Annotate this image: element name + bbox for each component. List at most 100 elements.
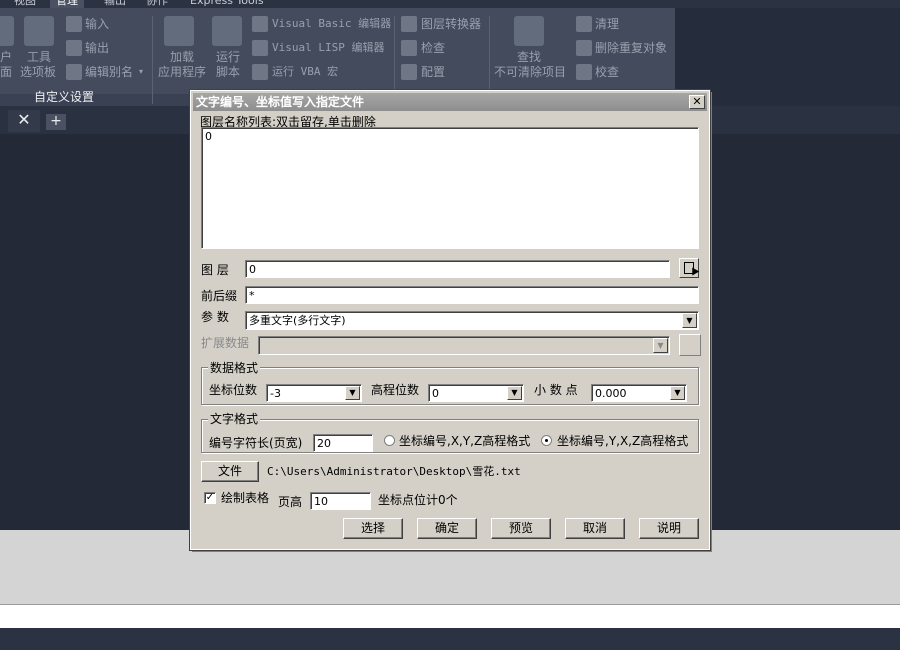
draw-table-checkbox[interactable]: ✓ [204, 492, 216, 504]
dialog-titlebar[interactable]: 文字编号、坐标值写入指定文件 ✕ [193, 93, 707, 111]
edit-alias-icon [66, 64, 82, 80]
load-application-icon[interactable] [164, 16, 194, 46]
export-button[interactable]: 输出 [85, 41, 109, 55]
file-button[interactable]: 文件 [201, 461, 259, 482]
coord-digits-label: 坐标位数 [209, 383, 258, 397]
page-height-input[interactable]: 10 [310, 492, 371, 510]
ribbon-tab-bar: 视图 管理 输出 协作 Express Tools [0, 0, 900, 8]
chevron-down-icon: ▼ [653, 338, 668, 353]
find-non-purgeable-icon[interactable] [514, 16, 544, 46]
ribbon-tab-output[interactable]: 输出 [104, 0, 126, 8]
verify-icon [576, 64, 592, 80]
ext-data-select[interactable]: ▼ [258, 336, 670, 355]
run-script-label-2[interactable]: 脚本 [216, 65, 240, 79]
ok-button[interactable]: 确定 [417, 518, 477, 539]
dialog-title: 文字编号、坐标值写入指定文件 [196, 95, 365, 109]
width-label: 编号字符长(页宽) [209, 436, 303, 450]
preview-button[interactable]: 预览 [491, 518, 551, 539]
write-text-coords-dialog: 文字编号、坐标值写入指定文件 ✕ 图层名称列表:双击留存,单击删除 0 图 层 … [189, 89, 711, 551]
tool-palettes-label-2[interactable]: 选项板 [20, 65, 56, 79]
status-bar [0, 628, 900, 650]
configure-button[interactable]: 配置 [421, 65, 445, 79]
cancel-button[interactable]: 取消 [565, 518, 625, 539]
run-vba-macro-button[interactable]: 运行 VBA 宏 [272, 65, 338, 79]
decimal-label: 小 数 点 [534, 383, 578, 397]
chevron-down-icon[interactable]: ▼ [345, 386, 360, 400]
verify-button[interactable]: 校查 [595, 65, 619, 79]
chevron-down-icon[interactable]: ▼ [507, 386, 522, 400]
user-interface-icon[interactable] [0, 16, 14, 46]
coord-digits-select[interactable]: -3 ▼ [266, 384, 362, 402]
tool-palettes-label-1[interactable]: 工具 [27, 50, 51, 64]
edit-alias-dropdown-icon[interactable]: ▾ [139, 65, 143, 79]
page-height-label: 页高 [278, 495, 303, 509]
ribbon-tab-express-tools[interactable]: Express Tools [190, 0, 264, 8]
elev-digits-select[interactable]: 0 ▼ [428, 384, 524, 402]
layer-name-list[interactable]: 0 [201, 127, 699, 249]
close-tab-icon[interactable]: ✕ [8, 110, 40, 132]
find-label-1[interactable]: 查找 [517, 50, 541, 64]
width-input[interactable]: 20 [313, 434, 373, 452]
file-path: C:\Users\Administrator\Desktop\雪花.txt [267, 465, 521, 478]
decimal-select[interactable]: 0.000 ▼ [591, 384, 687, 402]
ribbon-tab-manage[interactable]: 管理 [50, 0, 84, 8]
param-select[interactable]: 多重文字(多行文字) ▼ [245, 311, 699, 330]
format-option-yxz-label[interactable]: 坐标编号,Y,X,Z高程格式 [557, 434, 688, 448]
point-count-text: 坐标点位计0个 [378, 493, 458, 507]
find-label-2[interactable]: 不可清除项目 [494, 65, 566, 79]
affix-input[interactable]: * [245, 286, 699, 304]
user-interface-label-1[interactable]: 户 [0, 50, 12, 64]
delete-duplicates-button[interactable]: 删除重复对象 [595, 41, 667, 55]
ribbon-tab-view[interactable]: 视图 [14, 0, 36, 8]
load-application-label-1[interactable]: 加载 [170, 50, 194, 64]
select-button[interactable]: 选择 [343, 518, 403, 539]
draw-table-label[interactable]: 绘制表格 [221, 491, 269, 505]
run-script-label-1[interactable]: 运行 [216, 50, 240, 64]
chevron-down-icon[interactable]: ▼ [682, 313, 697, 328]
check-button[interactable]: 检查 [421, 41, 445, 55]
configure-icon [401, 64, 417, 80]
import-icon [66, 16, 82, 32]
run-script-icon[interactable] [212, 16, 242, 46]
visual-basic-editor-button[interactable]: Visual Basic 编辑器 [272, 17, 391, 31]
purge-button[interactable]: 清理 [595, 17, 619, 31]
check-icon [401, 40, 417, 56]
vlisp-editor-icon [252, 40, 268, 56]
ext-data-label: 扩展数据 [201, 336, 250, 350]
chevron-down-icon[interactable]: ▼ [670, 386, 685, 400]
width-input-value: 20 [317, 437, 331, 450]
ribbon-group-label-customization: 自定义设置 [34, 90, 95, 104]
ext-data-button[interactable] [679, 334, 701, 356]
user-interface-label-2[interactable]: 面 [0, 65, 12, 79]
pick-layer-icon[interactable] [679, 258, 699, 278]
run-vba-icon [252, 64, 268, 80]
layer-input[interactable]: 0 [245, 260, 670, 278]
format-option-yxz-radio[interactable] [541, 435, 552, 446]
visual-lisp-editor-button[interactable]: Visual LISP 编辑器 [272, 41, 384, 55]
param-select-value: 多重文字(多行文字) [249, 314, 346, 327]
edit-alias-button[interactable]: 编辑别名 [85, 65, 133, 79]
format-option-xyz-radio[interactable] [384, 435, 395, 446]
text-format-title: 文字格式 [208, 412, 261, 426]
layer-input-value: 0 [249, 263, 256, 276]
new-tab-button[interactable]: + [46, 114, 66, 130]
command-line-input[interactable] [0, 604, 900, 628]
data-format-title: 数据格式 [208, 361, 261, 375]
delete-duplicates-icon [576, 40, 592, 56]
layer-label: 图 层 [201, 263, 229, 277]
layer-translator-icon [401, 16, 417, 32]
load-application-label-2[interactable]: 应用程序 [158, 65, 206, 79]
tool-palettes-icon[interactable] [24, 16, 54, 46]
layer-translator-button[interactable]: 图层转换器 [421, 17, 481, 31]
coord-digits-value: -3 [270, 387, 281, 400]
list-item[interactable]: 0 [205, 129, 212, 144]
close-icon[interactable]: ✕ [689, 95, 705, 109]
help-button[interactable]: 说明 [639, 518, 699, 539]
affix-label: 前后缀 [201, 289, 238, 303]
import-button[interactable]: 输入 [85, 17, 109, 31]
format-option-xyz-label[interactable]: 坐标编号,X,Y,Z高程格式 [399, 434, 530, 448]
affix-input-value: * [249, 289, 255, 302]
param-label: 参 数 [201, 310, 229, 324]
ribbon-tab-collaborate[interactable]: 协作 [146, 0, 168, 8]
purge-icon [576, 16, 592, 32]
